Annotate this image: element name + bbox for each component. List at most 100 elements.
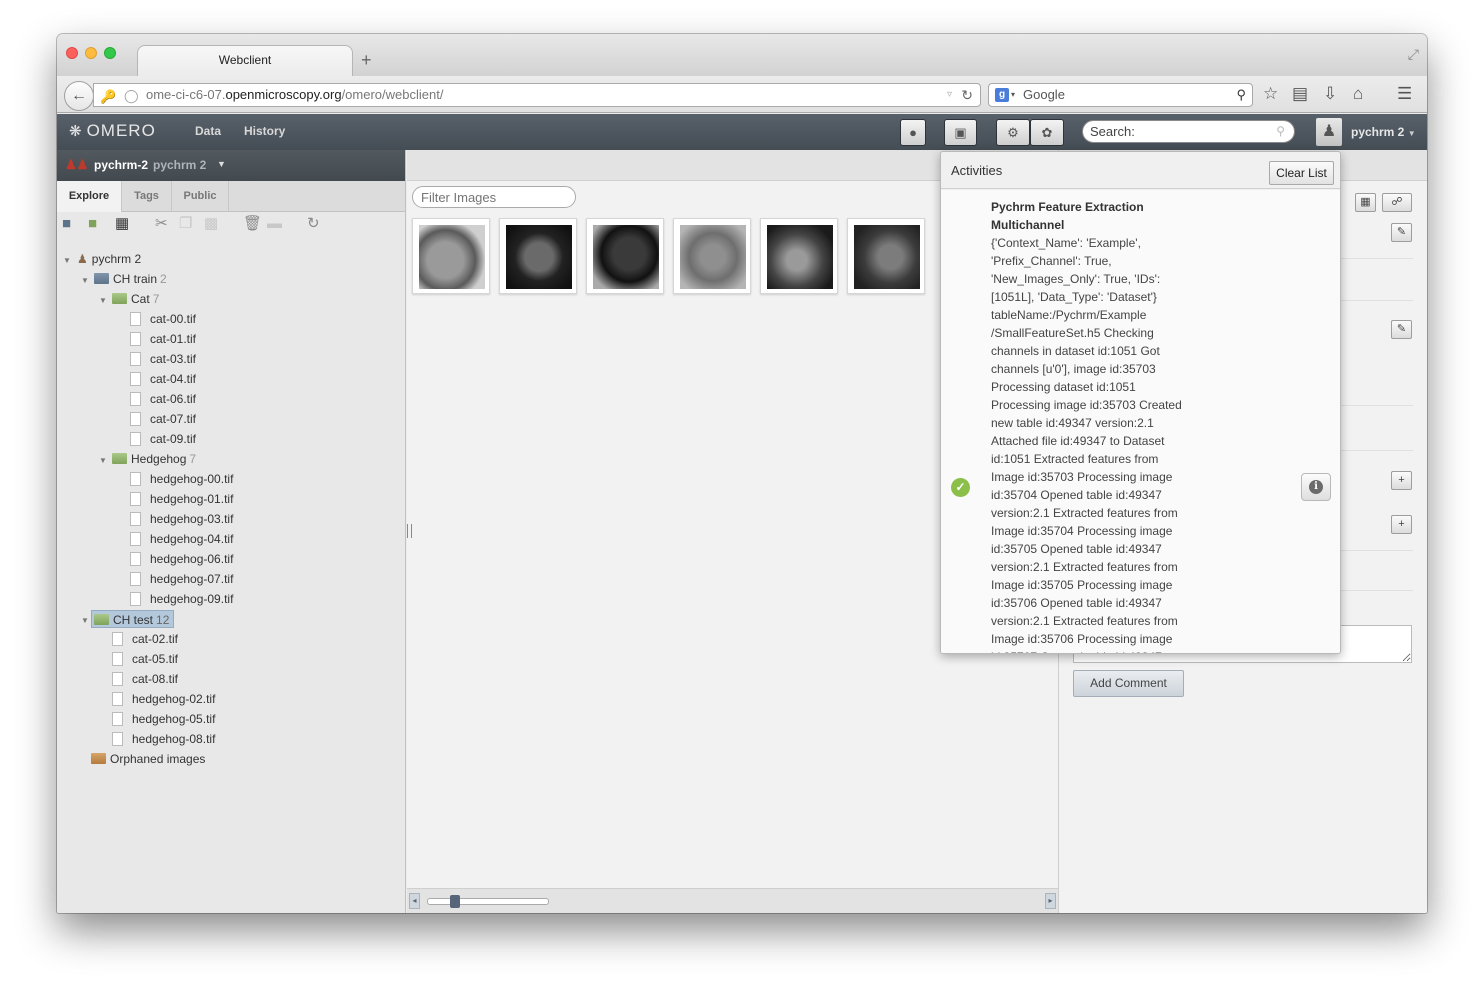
collapse-caret-icon[interactable]: ▼ — [99, 456, 107, 465]
image-thumbnail[interactable] — [499, 218, 577, 294]
tree-image-node[interactable]: cat-09.tif — [130, 430, 196, 448]
basket-button[interactable]: ▣ — [944, 119, 977, 146]
tree-image-node[interactable]: hedgehog-08.tif — [112, 730, 215, 748]
download-icon[interactable]: ⇩ — [1323, 85, 1337, 103]
fullscreen-icon[interactable]: ⤢ — [1408, 46, 1419, 63]
collapse-caret-icon[interactable]: ▼ — [81, 616, 89, 625]
cut-icon[interactable]: ✂ — [155, 216, 168, 232]
browser-tab[interactable]: Webclient — [137, 45, 353, 76]
add-tag-button[interactable]: + — [1391, 471, 1412, 490]
image-thumbnail[interactable] — [847, 218, 925, 294]
link-button[interactable]: ☍ — [1382, 193, 1412, 212]
tree-image-node[interactable]: cat-08.tif — [112, 670, 178, 688]
history-dropdown-icon[interactable]: ▿ — [947, 84, 952, 106]
success-check-icon: ✓ — [951, 478, 970, 497]
tree-image-node[interactable]: cat-03.tif — [130, 350, 196, 368]
tree-image-node[interactable]: cat-06.tif — [130, 390, 196, 408]
collapse-caret-icon[interactable]: ▼ — [99, 296, 107, 305]
remove-icon[interactable]: ▬ — [267, 216, 282, 232]
image-thumbnail[interactable] — [673, 218, 751, 294]
address-bar[interactable]: 🔑 ◯ ome-ci-c6-07.openmicroscopy.org/omer… — [93, 83, 981, 107]
activities-title: Activities — [951, 163, 1003, 178]
search-icon[interactable]: ⚲ — [1276, 121, 1285, 142]
tree-image-node[interactable]: cat-07.tif — [130, 410, 196, 428]
engine-dropdown-icon[interactable]: ▾ — [1011, 84, 1015, 106]
back-button[interactable]: ← — [64, 81, 94, 111]
panel-splitter-handle[interactable] — [407, 524, 412, 538]
activities-button[interactable]: ✿ — [1030, 119, 1064, 146]
paste-icon[interactable]: ▩ — [204, 216, 218, 232]
close-window-button[interactable] — [66, 47, 78, 59]
tree-image-node[interactable]: hedgehog-05.tif — [112, 710, 215, 728]
minimize-window-button[interactable] — [85, 47, 97, 59]
clear-list-button[interactable]: Clear List — [1269, 161, 1334, 185]
collapse-left-icon[interactable]: ◂ — [409, 893, 420, 909]
edit-name-button[interactable]: ✎ — [1391, 223, 1412, 242]
tree-image-node[interactable]: hedgehog-07.tif — [130, 570, 233, 588]
filter-images-input[interactable] — [412, 186, 576, 208]
nav-data[interactable]: Data — [195, 124, 221, 138]
tree-dataset-node[interactable]: Cat 7 — [112, 290, 159, 308]
zoom-window-button[interactable] — [104, 47, 116, 59]
new-tab-icon[interactable]: + — [361, 50, 372, 70]
new-project-icon[interactable]: ■ — [62, 216, 71, 232]
copy-icon[interactable]: ❐ — [179, 216, 192, 232]
group-selector[interactable]: ♟♟ pychrm-2 pychrm 2 ▼ — [57, 150, 405, 181]
new-screen-icon[interactable]: ▦ — [115, 216, 129, 232]
tree-image-node[interactable]: hedgehog-02.tif — [112, 690, 215, 708]
user-menu[interactable]: pychrm 2 ▼ — [1351, 125, 1416, 139]
tree-user-node[interactable]: ♟ pychrm 2 — [77, 250, 141, 268]
reload-icon[interactable]: ↻ — [961, 84, 973, 106]
scripts-button[interactable]: ⚙ — [996, 119, 1030, 146]
menu-icon[interactable]: ☰ — [1397, 85, 1412, 103]
collapse-caret-icon[interactable]: ▼ — [63, 256, 71, 265]
tree-orphaned-node[interactable]: Orphaned images — [91, 750, 205, 768]
image-thumbnail[interactable] — [760, 218, 838, 294]
add-comment-button[interactable]: Add Comment — [1073, 670, 1184, 697]
tree-image-node[interactable]: cat-01.tif — [130, 330, 196, 348]
reading-list-icon[interactable]: ▤ — [1292, 85, 1308, 103]
refresh-icon[interactable]: ↻ — [307, 216, 320, 232]
tree-image-node[interactable]: cat-04.tif — [130, 370, 196, 388]
tab-public[interactable]: Public — [172, 181, 229, 212]
chevron-down-icon: ▼ — [217, 159, 226, 169]
help-bulb-button[interactable]: ● — [900, 119, 926, 146]
tree-image-node[interactable]: cat-05.tif — [112, 650, 178, 668]
collapse-caret-icon[interactable]: ▼ — [81, 276, 89, 285]
activity-name: Pychrm Feature Extraction Multichannel — [991, 200, 1144, 232]
tree-image-node[interactable]: cat-00.tif — [130, 310, 196, 328]
new-dataset-icon[interactable]: ■ — [88, 216, 97, 232]
search-engine-field[interactable]: g ▾ Google ⚲ — [988, 83, 1253, 107]
tab-explore[interactable]: Explore — [57, 181, 122, 212]
image-thumbnail[interactable] — [412, 218, 490, 294]
tree-image-node[interactable]: hedgehog-06.tif — [130, 550, 233, 568]
edit-description-button[interactable]: ✎ — [1391, 320, 1412, 339]
tab-tags[interactable]: Tags — [122, 181, 172, 212]
tree-image-node[interactable]: hedgehog-04.tif — [130, 530, 233, 548]
image-name: hedgehog-03.tif — [150, 512, 234, 526]
tree-image-node[interactable]: hedgehog-01.tif — [130, 490, 233, 508]
nav-history[interactable]: History — [244, 124, 285, 138]
tree-image-node[interactable]: hedgehog-03.tif — [130, 510, 233, 528]
slider-knob[interactable] — [450, 895, 460, 908]
grid-view-button[interactable]: ▦ — [1355, 193, 1376, 212]
delete-icon[interactable]: 🗑 — [243, 216, 262, 232]
tree-dataset-node[interactable]: Hedgehog 7 — [112, 450, 196, 468]
tree-dataset-node-selected[interactable]: CH test 12 — [91, 610, 175, 628]
user-avatar-icon[interactable]: ♟ — [1316, 118, 1342, 146]
collapse-right-icon[interactable]: ▸ — [1045, 893, 1056, 909]
tree-project-node[interactable]: CH train 2 — [94, 270, 167, 288]
activity-info-button[interactable]: i — [1301, 473, 1331, 501]
home-icon[interactable]: ⌂ — [1353, 85, 1363, 103]
tree-image-node[interactable]: cat-02.tif — [112, 630, 178, 648]
bookmark-star-icon[interactable]: ☆ — [1263, 85, 1278, 103]
tree-image-node[interactable]: hedgehog-09.tif — [130, 590, 233, 608]
thumbnail-zoom-slider[interactable] — [427, 895, 549, 908]
add-attachment-button[interactable]: + — [1391, 515, 1412, 534]
omero-search-input[interactable]: Search: ⚲ — [1082, 120, 1295, 143]
dataset-name: CH test — [113, 613, 154, 627]
omero-logo[interactable]: ❋ OMERO — [69, 121, 156, 141]
search-icon[interactable]: ⚲ — [1236, 84, 1246, 106]
image-thumbnail[interactable] — [586, 218, 664, 294]
tree-image-node[interactable]: hedgehog-00.tif — [130, 470, 233, 488]
